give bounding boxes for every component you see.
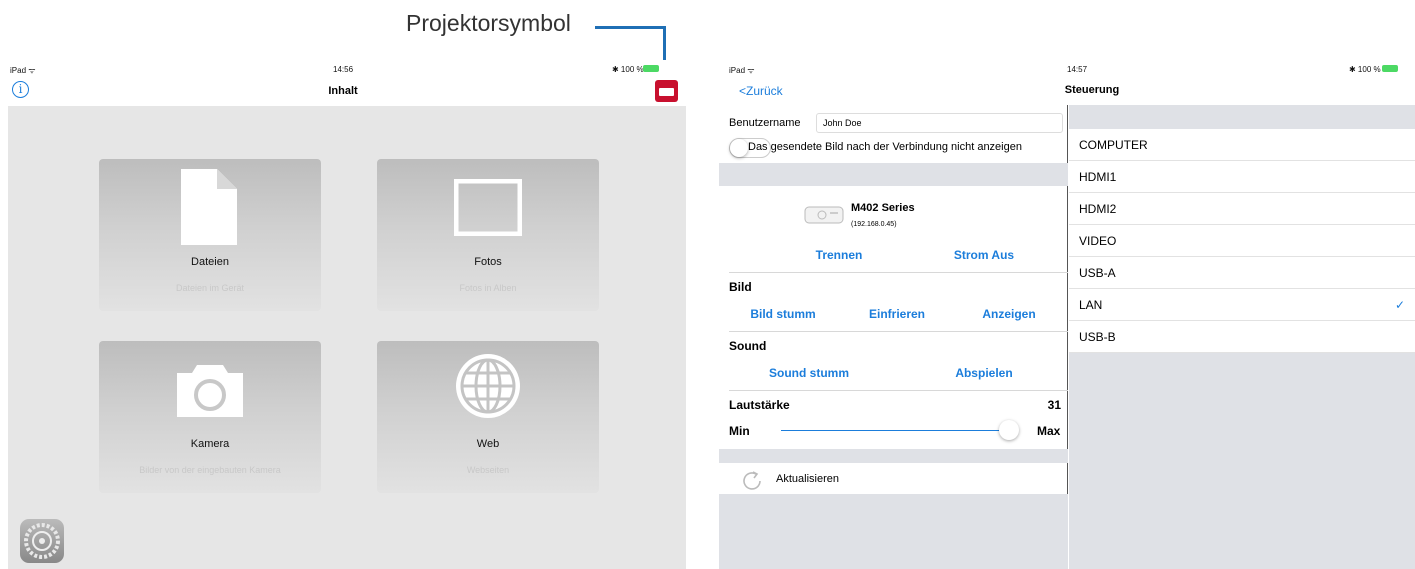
globe-icon — [456, 354, 520, 418]
divider — [729, 331, 1068, 332]
sound-mute-button[interactable]: Sound stumm — [749, 366, 869, 380]
source-item-computer[interactable]: COMPUTER — [1069, 129, 1415, 161]
tile-subtitle: Webseiten — [466, 465, 510, 475]
image-heading: Bild — [729, 280, 752, 294]
section-separator — [719, 449, 1068, 463]
tile-title: Web — [476, 438, 500, 450]
status-battery-text: ✱ 100 % — [612, 65, 644, 74]
freeze-button[interactable]: Einfrieren — [847, 307, 947, 321]
camera-icon — [177, 365, 243, 417]
projector-name: M402 Series — [851, 202, 915, 214]
volume-slider-thumb[interactable] — [999, 420, 1019, 440]
projector-device-icon — [804, 206, 844, 224]
source-item-lan[interactable]: LAN ✓ — [1069, 289, 1415, 321]
divider — [729, 272, 1068, 273]
tile-subtitle: Bilder von der eingebauten Kamera — [139, 465, 281, 475]
tile-kamera[interactable]: Kamera Bilder von der eingebauten Kamera — [99, 341, 321, 493]
source-item-usb-b[interactable]: USB-B — [1069, 321, 1415, 353]
checkmark-icon: ✓ — [1394, 298, 1405, 312]
username-label: Benutzername — [729, 117, 801, 129]
projector-ip: (192.168.0.45) — [851, 221, 897, 228]
tile-web[interactable]: Web Webseiten — [377, 341, 599, 493]
status-device: iPad ᯤ — [10, 66, 36, 75]
content-area: Dateien Dateien im Gerät Fotos Fotos in … — [8, 106, 686, 569]
source-label: LAN — [1079, 298, 1103, 312]
section-separator — [719, 163, 1068, 186]
power-off-button[interactable]: Strom Aus — [924, 248, 1044, 262]
tile-dateien[interactable]: Dateien Dateien im Gerät — [99, 159, 321, 311]
status-time: 14:57 — [1067, 65, 1088, 74]
volume-slider-track[interactable] — [781, 420, 1019, 440]
status-time: 14:56 — [333, 65, 354, 74]
play-button[interactable]: Abspielen — [924, 366, 1044, 380]
username-field[interactable]: John Doe — [816, 113, 1063, 133]
bottom-fill — [719, 494, 1068, 569]
source-item-usb-a[interactable]: USB-A — [1069, 257, 1415, 289]
source-label: HDMI2 — [1079, 202, 1117, 216]
tile-title: Kamera — [190, 438, 230, 450]
refresh-icon[interactable] — [741, 470, 763, 492]
callout-leader-horizontal — [595, 26, 666, 29]
battery-icon — [643, 65, 659, 72]
source-item-hdmi2[interactable]: HDMI2 — [1069, 193, 1415, 225]
status-device: iPad ᯤ — [729, 66, 755, 75]
status-battery-text: ✱ 100 % — [1349, 65, 1381, 74]
nav-title: Inhalt — [328, 85, 358, 97]
right-screen: iPad ᯤ 14:57 ✱ 100 % <Zurück Steuerung B… — [719, 60, 1415, 569]
image-mute-button[interactable]: Bild stumm — [733, 307, 833, 321]
source-label: USB-B — [1079, 330, 1116, 344]
tile-fotos[interactable]: Fotos Fotos in Alben — [377, 159, 599, 311]
tile-title: Dateien — [191, 256, 229, 268]
battery-icon — [1382, 65, 1398, 72]
volume-min-label: Min — [729, 424, 750, 438]
sound-heading: Sound — [729, 339, 767, 353]
nav-title: Steuerung — [1064, 84, 1120, 96]
source-label: HDMI1 — [1079, 170, 1117, 184]
tile-subtitle: Fotos in Alben — [459, 283, 517, 293]
projector-icon[interactable] — [655, 80, 678, 102]
toggle-label: Das gesendete Bild nach der Verbindung n… — [748, 141, 1022, 153]
source-label: USB-A — [1079, 266, 1116, 280]
callout-label: Projektorsymbol — [406, 10, 571, 36]
source-label: COMPUTER — [1079, 138, 1148, 152]
settings-gear-icon[interactable] — [20, 519, 64, 563]
photo-frame-icon — [454, 179, 522, 236]
show-button[interactable]: Anzeigen — [959, 307, 1059, 321]
volume-max-label: Max — [1037, 424, 1061, 438]
source-item-hdmi1[interactable]: HDMI1 — [1069, 161, 1415, 193]
disconnect-button[interactable]: Trennen — [779, 248, 899, 262]
volume-value: 31 — [1047, 398, 1061, 412]
source-list-pane: COMPUTER HDMI1 HDMI2 VIDEO USB-A LAN ✓ USB-B — [1069, 105, 1415, 569]
source-item-video[interactable]: VIDEO — [1069, 225, 1415, 257]
document-icon — [181, 169, 237, 245]
tile-title: Fotos — [474, 256, 502, 268]
refresh-button[interactable]: Aktualisieren — [776, 473, 839, 485]
volume-heading: Lautstärke — [729, 398, 790, 412]
tile-subtitle: Dateien im Gerät — [175, 283, 245, 293]
divider — [729, 390, 1068, 391]
source-label: VIDEO — [1079, 234, 1117, 248]
control-pane: Benutzername John Doe Das gesendete Bild… — [719, 105, 1068, 569]
